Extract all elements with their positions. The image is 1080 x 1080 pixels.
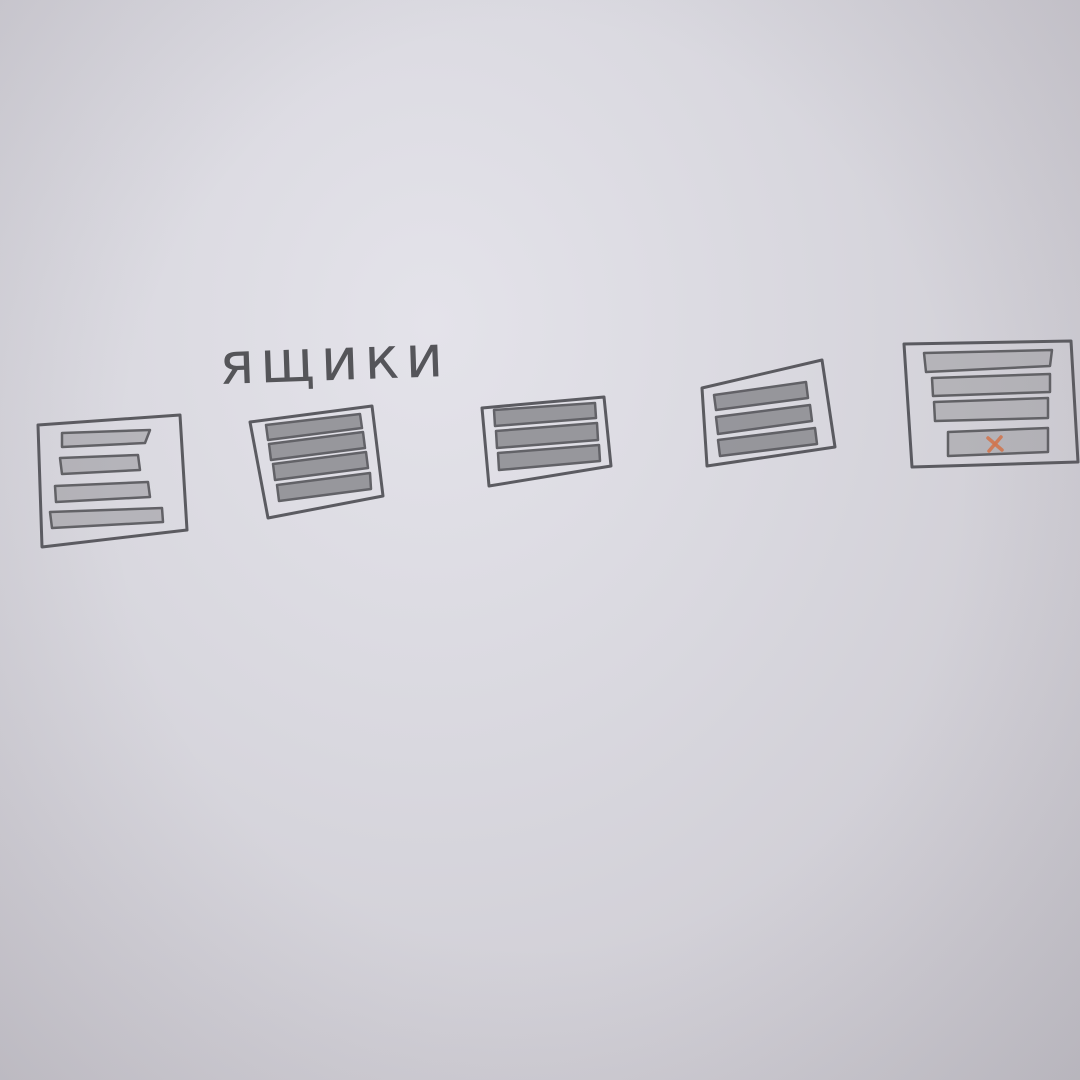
sketch-canvas bbox=[36, 339, 1080, 549]
drawer-box-sketch-5 bbox=[902, 339, 1080, 469]
paper-sheet: ящики bbox=[0, 0, 1080, 1080]
drawer-box-sketch-1 bbox=[36, 413, 189, 549]
drawer-box-sketch-4 bbox=[700, 358, 837, 468]
drawer-box-sketch-3 bbox=[480, 395, 613, 488]
drawer-box-sketch-2 bbox=[248, 404, 385, 520]
